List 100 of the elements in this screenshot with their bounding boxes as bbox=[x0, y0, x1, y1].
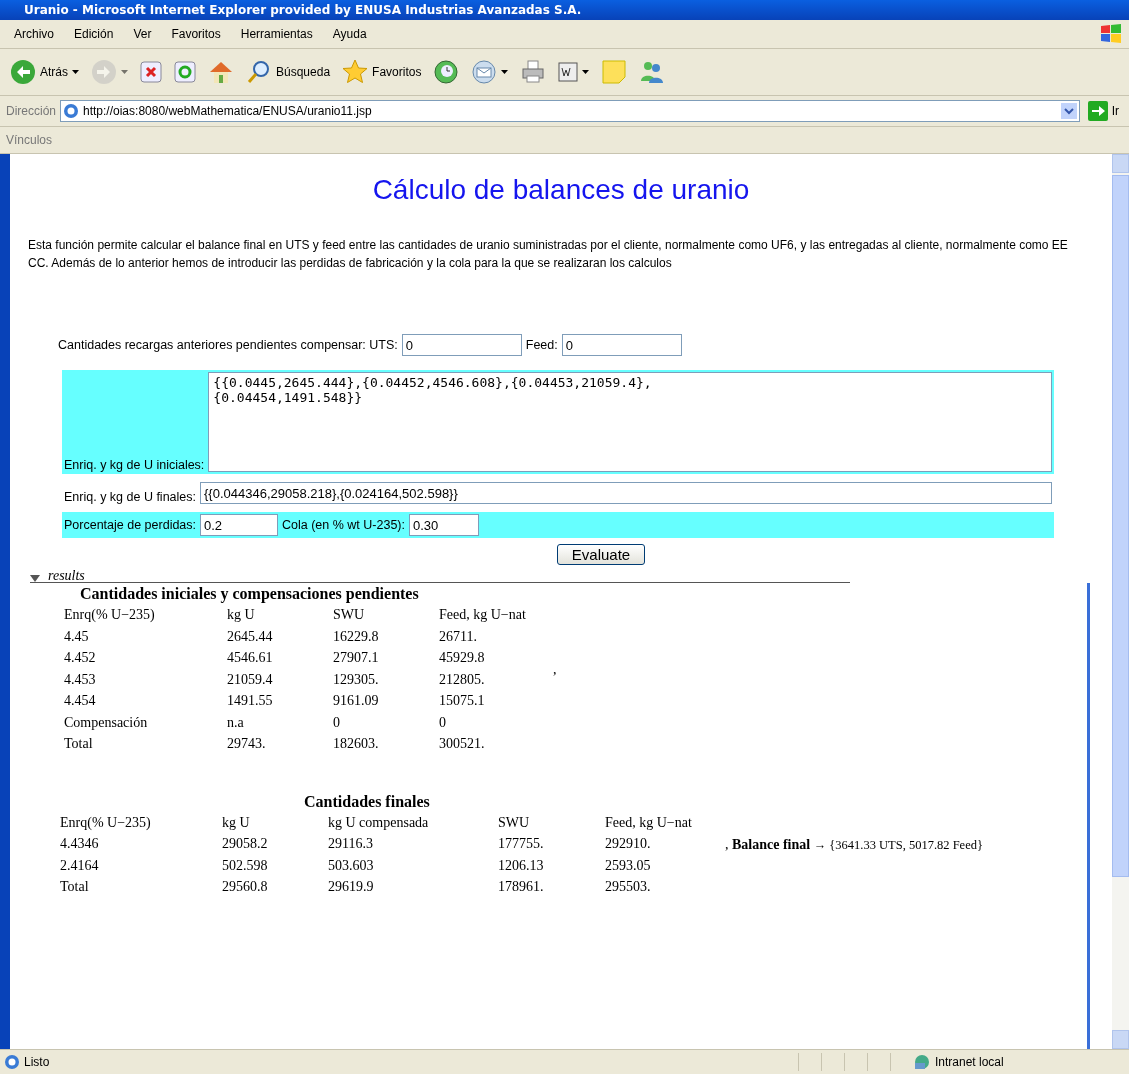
final-label: Enriq. y kg de U finales: bbox=[64, 490, 196, 504]
losses-input[interactable]: 0.2 bbox=[200, 514, 279, 536]
table-cell-text: 4.4346 bbox=[60, 835, 100, 853]
feed-label: Feed: bbox=[525, 338, 558, 352]
stop-icon bbox=[140, 61, 162, 83]
balance-text: , Balance final → {3641.33 UTS, 5017.82 Feed} bbox=[725, 836, 983, 853]
window-title: Uranio - Microsoft Internet Explorer provided by ENUSA Industrias Avanzadas S.A. bbox=[0, 0, 1129, 20]
network-icon bbox=[913, 1053, 931, 1071]
column-header: Feed, kg U−nat bbox=[439, 606, 527, 624]
table-cell-text: 182603. bbox=[333, 735, 380, 753]
table-cell-text: 15075.1 bbox=[439, 692, 486, 710]
table-cell-text: 9161.09 bbox=[333, 692, 380, 710]
table-cell-text: 2645.44 bbox=[227, 627, 274, 646]
column-header: kg U compensada bbox=[328, 813, 430, 832]
description-text: Esta función permite calcular el balance final en UTS y feed entre las cantidades de uranio suministradas por el cliente, normalmente como UF6, y las entregadas al cliente, normalmente como EE CC. Además de lo anterior hemos de introducir las perdidas de fabricación y la cola para la que se realizaran los calculos bbox=[28, 237, 1069, 272]
history-icon bbox=[433, 59, 460, 85]
caret-icon bbox=[501, 70, 509, 74]
table-cell-text: n.a bbox=[227, 713, 245, 732]
feed-input[interactable]: 0 bbox=[561, 334, 682, 356]
table-cell-text: 27907.1 bbox=[333, 649, 380, 667]
caret-icon bbox=[121, 70, 128, 74]
refresh-icon bbox=[174, 61, 196, 83]
page-icon bbox=[4, 1054, 20, 1070]
table-cell-text: 0 bbox=[439, 713, 447, 732]
address-label: Dirección bbox=[6, 104, 56, 118]
table-cell-text: 503.603 bbox=[328, 856, 375, 875]
table-cell-text: Total bbox=[60, 878, 90, 896]
table-cell-text: 129305. bbox=[333, 670, 380, 689]
uts-input[interactable]: 0 bbox=[401, 334, 522, 356]
table-cell-text: 4.452 bbox=[64, 649, 97, 667]
tail-label: Cola (en % wt U-235): bbox=[282, 518, 405, 532]
zone-text: Intranet local bbox=[935, 1055, 1005, 1069]
table-cell-text: 4.453 bbox=[64, 670, 97, 689]
column-header: Feed, kg U−nat bbox=[605, 813, 693, 832]
page-icon bbox=[63, 103, 79, 119]
table-cell-text: 45929.8 bbox=[439, 649, 486, 667]
table-cell-text: 502.598 bbox=[222, 856, 269, 875]
table-cell-text: 0 bbox=[333, 713, 341, 732]
menu-item[interactable]: Ayuda bbox=[324, 25, 375, 43]
table-cell-text: 295503. bbox=[605, 878, 652, 896]
home-icon bbox=[208, 59, 234, 85]
table-cell-text: 4546.61 bbox=[227, 649, 274, 667]
favorites-button[interactable]: Favoritos bbox=[338, 57, 426, 87]
table-cell-text: 300521. bbox=[439, 735, 486, 753]
page-title: Cálculo de balances de uranio bbox=[371, 174, 751, 206]
windows-logo-icon bbox=[1099, 23, 1123, 45]
caret-icon bbox=[72, 70, 79, 74]
column-header: Enrq(% U−235) bbox=[64, 606, 156, 624]
mail-icon bbox=[471, 59, 498, 85]
scrollbar-thumb[interactable] bbox=[1112, 175, 1129, 877]
people-icon bbox=[639, 59, 666, 85]
column-header: kg U bbox=[222, 813, 251, 832]
back-button[interactable]: Atrás bbox=[6, 57, 83, 87]
table-cell-text: 21059.4 bbox=[227, 670, 274, 689]
losses-label: Porcentaje de perdidas: bbox=[64, 518, 197, 532]
word-document-icon bbox=[558, 62, 579, 82]
search-button[interactable]: Búsqueda bbox=[242, 57, 335, 87]
table-cell-text: 212805. bbox=[439, 670, 486, 689]
evaluate-button[interactable]: Evaluate bbox=[556, 544, 646, 565]
menu-item[interactable]: Edición bbox=[66, 25, 122, 43]
caret-icon bbox=[582, 70, 590, 74]
table-cell-text: Total bbox=[64, 735, 94, 753]
separator-text: , bbox=[553, 661, 557, 678]
column-header: Enrq(% U−235) bbox=[60, 813, 152, 832]
table-title: Cantidades finales bbox=[304, 792, 431, 811]
column-header: kg U bbox=[227, 606, 256, 624]
table-title: Cantidades iniciales y compensaciones pendientes bbox=[80, 585, 420, 603]
final-input[interactable]: {{0.044346,29058.218},{0.024164,502.598}} bbox=[200, 482, 1052, 504]
table-cell-text: 1206.13 bbox=[498, 856, 545, 875]
table-cell-text: Compensación bbox=[64, 713, 149, 732]
table-cell-text: 2.4164 bbox=[60, 856, 100, 875]
table-cell-text: 29116.3 bbox=[328, 835, 374, 853]
table-cell-text: 292910. bbox=[605, 835, 652, 853]
menu-item[interactable]: Herramientas bbox=[232, 25, 321, 43]
address-field[interactable]: http://oias:8080/webMathematica/ENUSA/uranio11.jsp bbox=[60, 100, 1080, 122]
menu-item[interactable]: Archivo bbox=[6, 25, 62, 43]
table-cell-text: 4.454 bbox=[64, 692, 97, 710]
initial-textarea[interactable]: {{0.0445,2645.444},{0.04452,4546.608},{0.04453,21059.4}, {0.04454,1491.548}} bbox=[208, 372, 1052, 472]
go-button[interactable]: Ir bbox=[1083, 99, 1123, 123]
printer-icon bbox=[520, 59, 547, 85]
menu-item[interactable]: Favoritos bbox=[163, 25, 229, 43]
status-text: Listo bbox=[24, 1055, 50, 1069]
table-cell-text: 29743. bbox=[227, 735, 267, 753]
table-cell-text: 178961. bbox=[498, 878, 545, 896]
search-icon bbox=[246, 59, 272, 85]
table-cell-text: 16229.8 bbox=[333, 627, 380, 646]
column-header: SWU bbox=[498, 813, 531, 832]
table-cell-text: 26711. bbox=[439, 627, 478, 646]
pending-label: Cantidades recargas anteriores pendientes compensar: UTS: bbox=[58, 338, 398, 352]
table-cell-text: 177755. bbox=[498, 835, 545, 853]
menu-item[interactable]: Ver bbox=[125, 25, 160, 43]
star-icon bbox=[342, 59, 369, 85]
table-cell-text: 4.45 bbox=[64, 627, 90, 646]
note-icon bbox=[601, 59, 628, 85]
initial-label: Enriq. y kg de U iniciales: bbox=[64, 458, 205, 472]
results-label: results bbox=[48, 569, 85, 582]
tail-input[interactable]: 0.30 bbox=[409, 514, 479, 536]
table-cell-text: 29058.2 bbox=[222, 835, 269, 853]
table-cell-text: 29619.9 bbox=[328, 878, 375, 896]
table-cell-text: 29560.8 bbox=[222, 878, 269, 896]
